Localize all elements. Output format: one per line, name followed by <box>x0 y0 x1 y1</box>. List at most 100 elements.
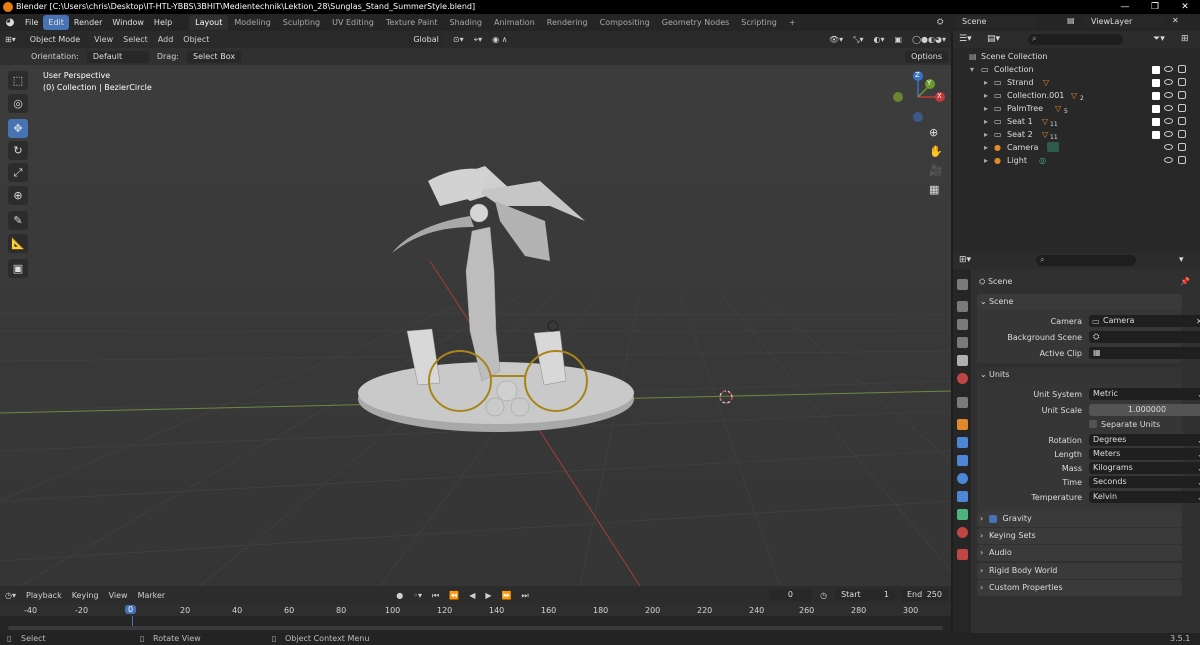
outliner-item-seat-2[interactable]: ▸ ▭ Seat 2 ▽ 11 <box>953 128 1200 141</box>
playhead[interactable]: 0 <box>125 605 137 614</box>
select-box-tool-icon[interactable]: ⬚ <box>8 71 28 90</box>
cursor-tool-icon[interactable]: ◎ <box>8 94 28 113</box>
shading-modes-icon[interactable]: ◯●◐◕▾ <box>907 33 951 46</box>
timeline-scrollbar[interactable] <box>8 626 943 630</box>
keyframe-dropdown-icon[interactable]: ◦▾ <box>408 589 427 602</box>
exclude-checkbox[interactable] <box>1152 92 1160 100</box>
expand-arrow-icon[interactable]: ▸ <box>984 89 988 102</box>
prev-keyframe-icon[interactable]: ⏪ <box>444 589 464 602</box>
camera-view-icon[interactable]: 🎥 <box>929 164 943 177</box>
view-layer-selector[interactable]: ViewLayer <box>1085 16 1163 28</box>
preview-range-icon[interactable]: ◷ <box>815 589 832 602</box>
orientation-dropdown[interactable]: Default <box>86 50 149 63</box>
transform-orientation-dropdown[interactable]: Global <box>407 33 445 46</box>
expand-arrow-icon[interactable]: ▸ <box>984 154 988 167</box>
custom-properties-panel-header[interactable]: › Custom Properties <box>977 580 1182 596</box>
remove-view-layer-icon[interactable]: ✕ <box>1172 16 1179 25</box>
properties-search-icon[interactable]: ⌕ <box>1036 255 1136 266</box>
outliner-item-seat-1[interactable]: ▸ ▭ Seat 1 ▽ 11 <box>953 115 1200 128</box>
xray-icon[interactable]: ▣ <box>890 33 908 46</box>
outliner-item-light[interactable]: ▸ ● Light ◎ <box>953 154 1200 167</box>
active-clip-field[interactable]: ▦ <box>1089 347 1200 359</box>
keying-sets-panel-header[interactable]: › Keying Sets <box>977 528 1182 544</box>
transform-tool-icon[interactable]: ⊕ <box>8 186 28 205</box>
record-icon[interactable]: ● <box>391 589 408 602</box>
outliner-item-camera[interactable]: ▸ ● Camera <box>953 141 1200 154</box>
collection-tab-icon[interactable] <box>957 397 968 408</box>
camera-field[interactable]: Camera <box>1089 315 1200 327</box>
mass-dropdown[interactable]: Kilograms <box>1089 462 1200 474</box>
modifier-tab-icon[interactable] <box>957 437 968 448</box>
timeline-editor-icon[interactable]: ◷▾ <box>0 589 21 602</box>
close-button[interactable]: ✕ <box>1170 0 1200 14</box>
menu-keying[interactable]: Keying <box>67 589 104 602</box>
menu-render[interactable]: Render <box>69 15 107 30</box>
pan-hand-icon[interactable]: ✋ <box>929 145 943 158</box>
move-tool-icon[interactable]: ✥ <box>8 119 28 138</box>
menu-view-timeline[interactable]: View <box>104 589 133 602</box>
maximize-button[interactable]: ❐ <box>1140 0 1170 14</box>
annotate-tool-icon[interactable]: ✎ <box>8 211 28 230</box>
scene-tab-icon[interactable] <box>957 355 968 366</box>
rotation-dropdown[interactable]: Degrees <box>1089 434 1200 446</box>
exclude-checkbox[interactable] <box>1152 131 1160 139</box>
outliner-item-palmtree[interactable]: ▸ ▭ PalmTree ▽ 5 <box>953 102 1200 115</box>
exclude-checkbox[interactable] <box>1152 118 1160 126</box>
options-dropdown[interactable]: Options <box>905 50 948 63</box>
expand-arrow-icon[interactable]: ▸ <box>984 141 988 154</box>
gizmo-toggle-icon[interactable]: ⤡▾ <box>848 33 868 46</box>
perspective-toggle-icon[interactable]: ▦ <box>929 183 939 196</box>
outliner-search-icon[interactable]: ⌕ <box>1028 34 1123 45</box>
expand-arrow-icon[interactable]: ▸ <box>984 128 988 141</box>
expand-arrow-icon[interactable]: ▸ <box>984 102 988 115</box>
gizmo-x-label[interactable]: X <box>937 92 942 100</box>
proportional-edit-icon[interactable]: ◉ ∧ <box>487 33 512 46</box>
tab-modeling[interactable]: Modeling <box>228 15 276 30</box>
gizmo-y-label[interactable]: Y <box>927 79 931 87</box>
menu-edit[interactable]: Edit <box>43 15 69 30</box>
visibility-eye-icon[interactable] <box>1164 79 1173 85</box>
expand-arrow-icon[interactable]: ▾ <box>970 63 974 76</box>
outliner-item-collection-001[interactable]: ▸ ▭ Collection.001 ▽ 2 <box>953 89 1200 102</box>
snap-icon[interactable]: ⌖▾ <box>469 33 488 46</box>
time-dropdown[interactable]: Seconds <box>1089 476 1200 488</box>
render-camera-icon[interactable] <box>1178 143 1186 151</box>
view-layer-tab-icon[interactable] <box>957 337 968 348</box>
jump-end-icon[interactable]: ⏭ <box>516 589 533 602</box>
unit-system-dropdown[interactable]: Metric <box>1089 388 1200 400</box>
outliner-collection[interactable]: ▾ ▭ Collection <box>953 63 1200 76</box>
tab-animation[interactable]: Animation <box>488 15 541 30</box>
render-camera-icon[interactable] <box>1178 156 1186 164</box>
outliner-scene-collection[interactable]: ▤ Scene Collection <box>953 50 1200 63</box>
play-icon[interactable]: ▶ <box>480 589 496 602</box>
tab-geometry-nodes[interactable]: Geometry Nodes <box>656 15 735 30</box>
start-frame-field[interactable]: Start 1 <box>835 589 895 601</box>
add-cube-tool-icon[interactable]: ▣ <box>8 259 28 278</box>
material-tab-icon[interactable] <box>957 527 968 538</box>
outliner-item-strand[interactable]: ▸ ▭ Strand ▽ <box>953 76 1200 89</box>
menu-select[interactable]: Select <box>118 33 153 46</box>
exclude-checkbox[interactable] <box>1152 66 1160 74</box>
menu-playback[interactable]: Playback <box>21 589 67 602</box>
clear-camera-icon[interactable]: ✕ <box>1196 315 1200 328</box>
rotate-tool-icon[interactable]: ↻ <box>8 141 28 160</box>
background-scene-field[interactable]: ⛭ <box>1089 331 1200 343</box>
output-tab-icon[interactable] <box>957 319 968 330</box>
expand-arrow-icon[interactable]: ▸ <box>984 76 988 89</box>
audio-panel-header[interactable]: › Audio <box>977 545 1182 561</box>
render-camera-icon[interactable] <box>1178 104 1186 112</box>
filter-icon[interactable]: ⏷▾ <box>1153 34 1165 44</box>
gravity-checkbox[interactable] <box>989 514 997 523</box>
zoom-icon[interactable]: ⊕ <box>929 126 938 139</box>
play-reverse-icon[interactable]: ◀ <box>464 589 480 602</box>
visibility-eye-icon[interactable] <box>1164 131 1173 137</box>
mode-dropdown[interactable]: Object Mode <box>23 33 87 46</box>
exclude-checkbox[interactable] <box>1152 79 1160 87</box>
scene-selector[interactable]: Scene <box>956 16 1036 28</box>
menu-help[interactable]: Help <box>149 15 177 30</box>
expand-arrow-icon[interactable]: ▸ <box>984 115 988 128</box>
measure-tool-icon[interactable]: 📐 <box>8 234 28 253</box>
menu-file[interactable]: File <box>20 15 43 30</box>
render-camera-icon[interactable] <box>1178 117 1186 125</box>
pivot-icon[interactable]: ⊙▾ <box>448 33 469 46</box>
